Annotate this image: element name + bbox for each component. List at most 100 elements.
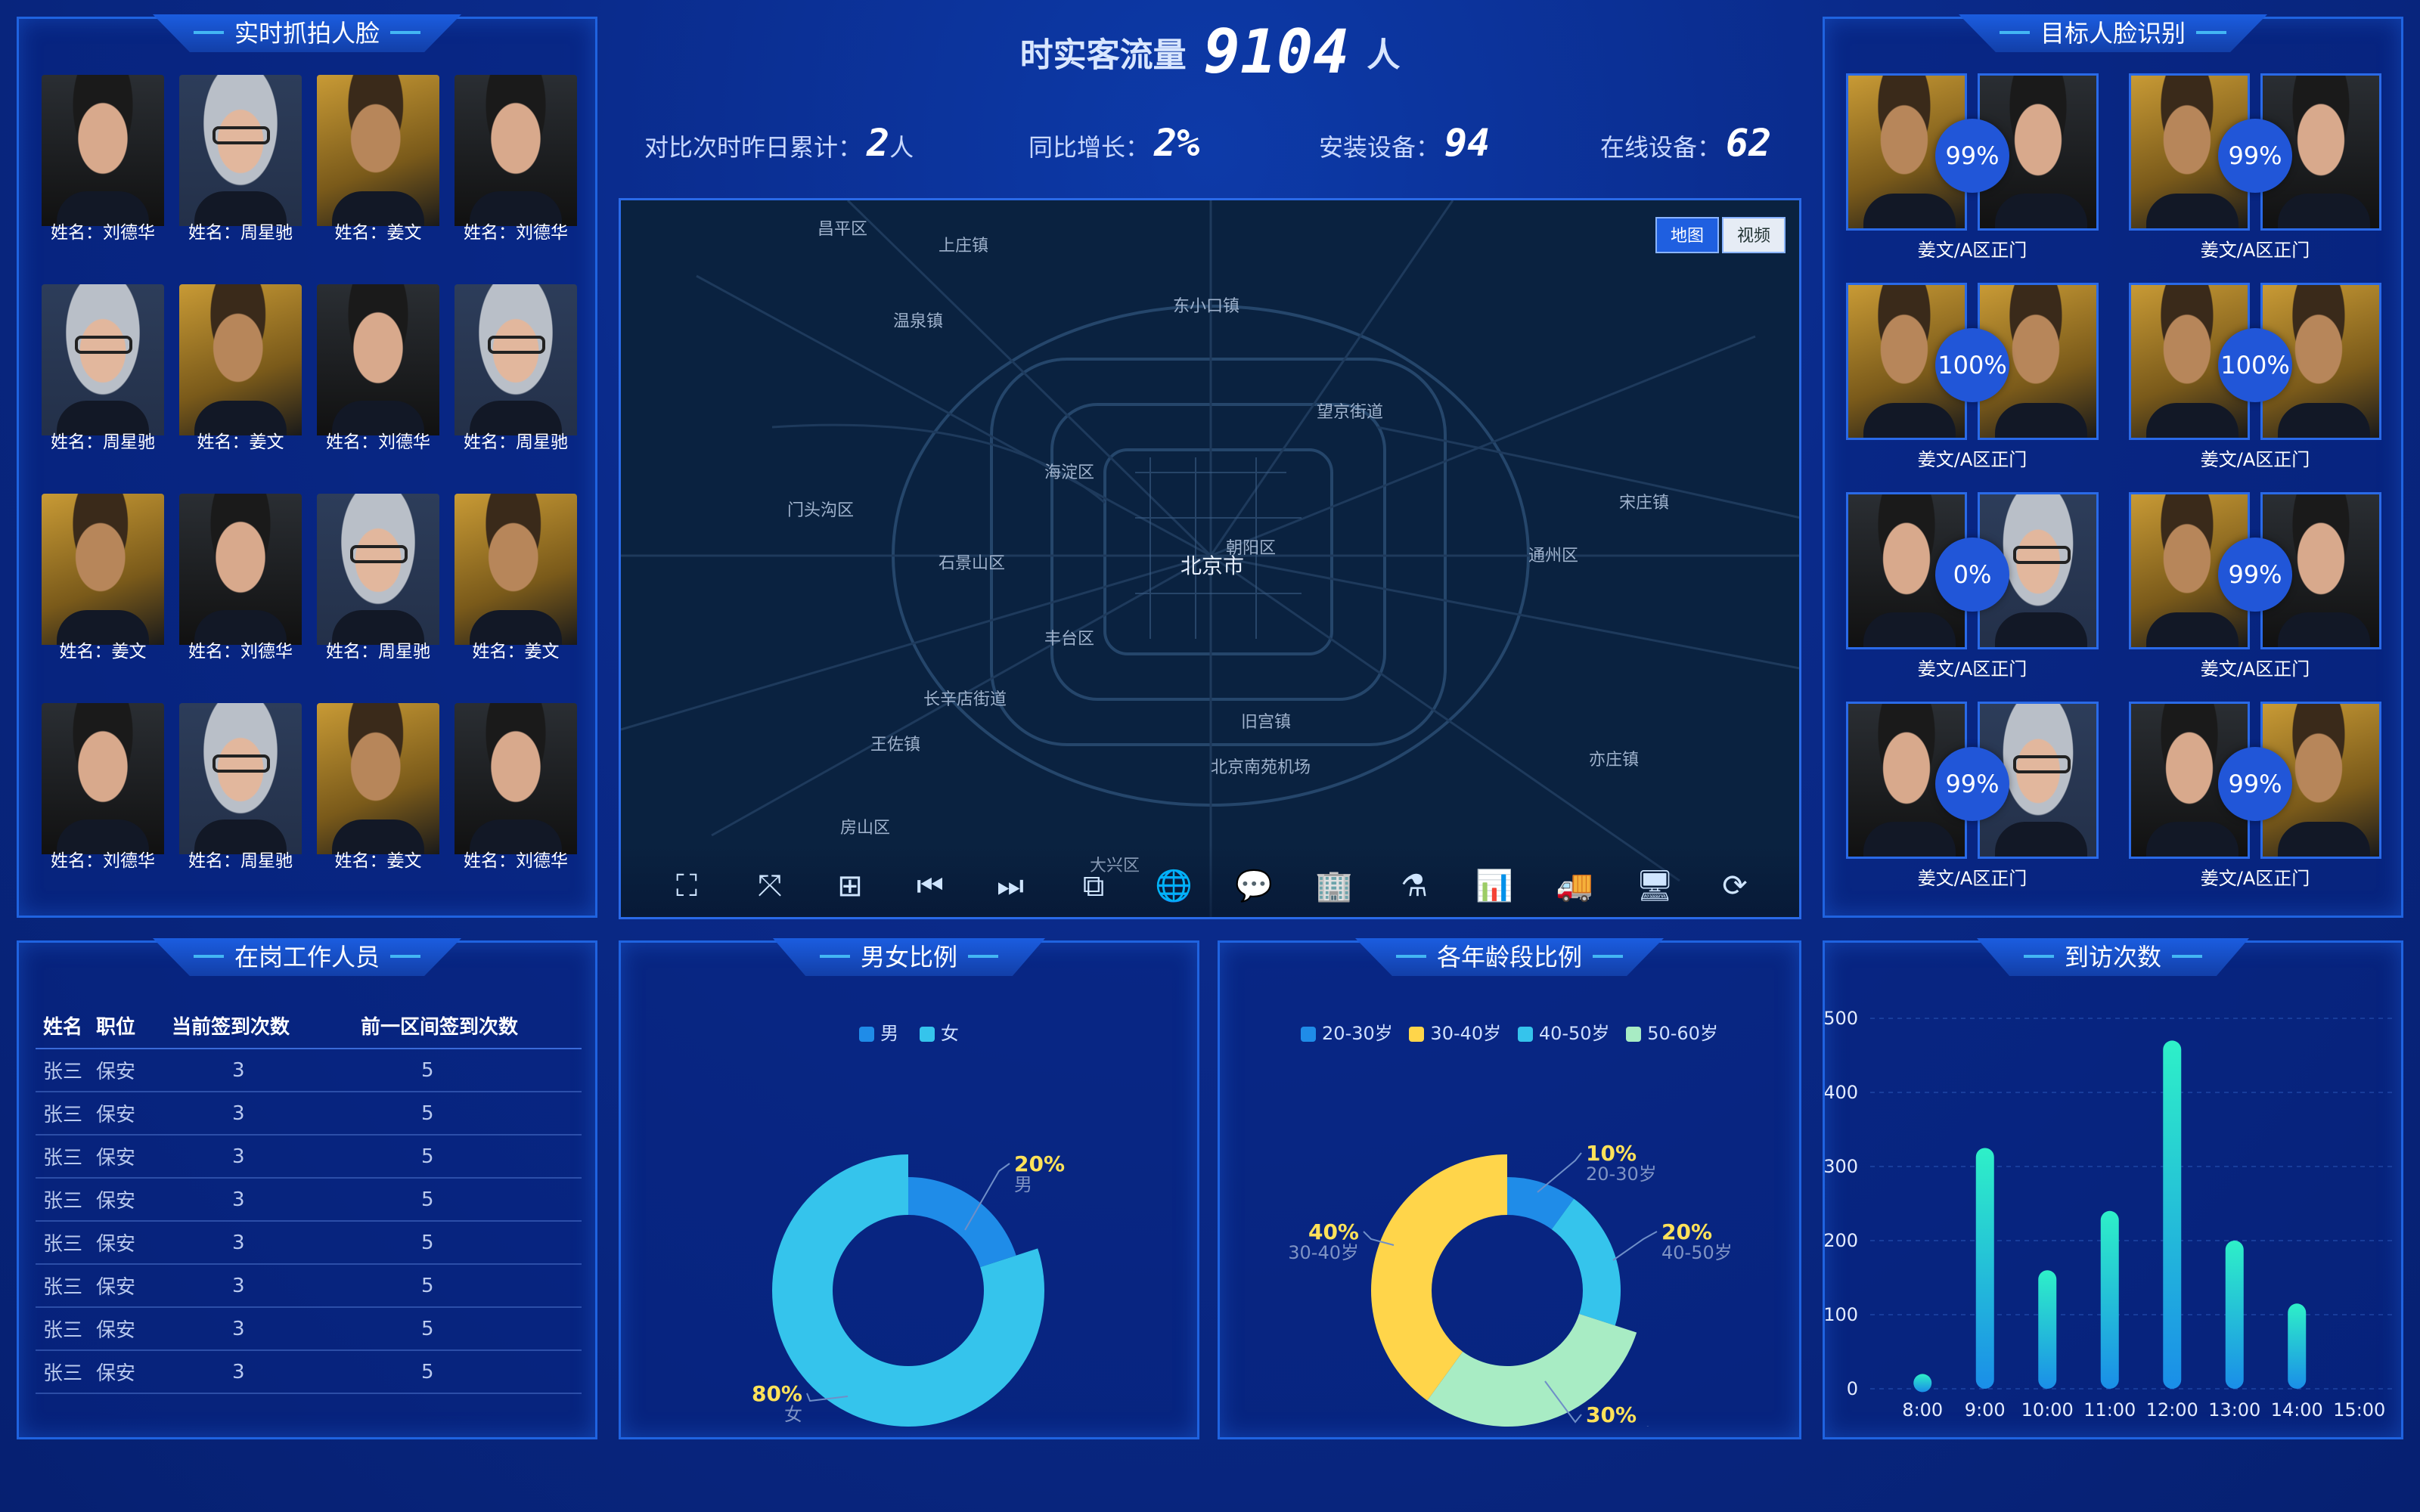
page-title: 时实客流量	[1019, 36, 1187, 75]
chat-icon[interactable]: 💬	[1233, 866, 1274, 906]
globe-icon[interactable]: 🌐	[1153, 866, 1194, 906]
face-photo	[42, 284, 164, 435]
match-location: 姜文/A区正门	[1917, 240, 2028, 261]
monitor-icon[interactable]: 🖥	[1634, 866, 1675, 906]
table-row[interactable]: 张三 保安 3 5	[36, 1049, 582, 1092]
table-row[interactable]: 张三 保安 3 5	[36, 1221, 582, 1264]
y-tick-label: 0	[1847, 1378, 1858, 1399]
video-mode-button[interactable]: 视频	[1721, 217, 1786, 253]
table-row[interactable]: 张三 保安 3 5	[36, 1264, 582, 1307]
target-match[interactable]: 0% 姜文/A区正门	[1846, 492, 2099, 681]
forward-icon[interactable]: ⏭	[990, 866, 1031, 906]
target-match[interactable]: 100% 姜文/A区正门	[1846, 283, 2099, 472]
y-tick-label: 300	[1825, 1156, 1858, 1177]
map-place-label: 北京南苑机场	[1211, 758, 1311, 777]
x-tick-label: 14:00	[2271, 1399, 2323, 1421]
grid-icon[interactable]: ⊞	[830, 866, 870, 906]
expand-icon[interactable]: ⤧	[749, 866, 790, 906]
panel-title: 到访次数	[1977, 938, 2249, 976]
face-name: 姓名：周星驰	[464, 432, 568, 452]
slice-percent: 20%	[1014, 1151, 1065, 1176]
target-match[interactable]: 99% 姜文/A区正门	[2129, 492, 2381, 681]
map-place-label: 宋庄镇	[1619, 494, 1670, 513]
bar	[2288, 1303, 2307, 1389]
slice-percent: 10%	[1586, 1141, 1637, 1166]
rewind-icon[interactable]: ⏮	[910, 866, 951, 906]
captured-face[interactable]: 姓名：周星驰	[317, 494, 439, 662]
captured-face[interactable]: 姓名：刘德华	[42, 75, 164, 243]
target-match[interactable]: 99% 姜文/A区正门	[2129, 73, 2381, 262]
captured-face[interactable]: 姓名：周星驰	[42, 284, 164, 452]
layers-icon[interactable]: ⧉	[1073, 866, 1114, 906]
captured-face[interactable]: 姓名：姜文	[179, 284, 302, 452]
bar	[2163, 1040, 2182, 1389]
map-view[interactable]: 昌平区北京市海淀区朝阳区丰台区石景山区门头沟区通州区大兴区房山区北京南苑机场上庄…	[619, 198, 1801, 919]
refresh-icon[interactable]: ⟳	[1714, 866, 1755, 906]
captured-face[interactable]: 姓名：姜文	[42, 494, 164, 662]
visits-panel: 到访次数 0 100 200 300 400 500 8:00 9:00 10:00 11:00 1…	[1823, 938, 2403, 1439]
captured-face[interactable]: 姓名：周星驰	[179, 75, 302, 243]
match-score-badge: 99%	[2218, 538, 2292, 612]
table-row[interactable]: 张三 保安 3 5	[36, 1092, 582, 1135]
captured-face[interactable]: 姓名：周星驰	[179, 703, 302, 871]
building-icon[interactable]: 🏢	[1314, 866, 1354, 906]
x-tick-label: 8:00	[1902, 1399, 1943, 1421]
match-location: 姜文/A区正门	[1917, 658, 2028, 680]
panel-title: 各年龄段比例	[1354, 938, 1665, 976]
match-location: 姜文/A区正门	[2200, 658, 2310, 680]
match-location: 姜文/A区正门	[2200, 240, 2310, 261]
x-tick-label: 12:00	[2146, 1399, 2198, 1421]
face-photo	[42, 494, 164, 645]
captured-face[interactable]: 姓名：刘德华	[42, 703, 164, 871]
face-name: 姓名：刘德华	[464, 851, 568, 871]
captured-face[interactable]: 姓名：刘德华	[455, 75, 577, 243]
panel-title: 目标人脸识别	[1958, 14, 2268, 52]
y-tick-label: 500	[1825, 1008, 1858, 1029]
table-row[interactable]: 张三 保安 3 5	[36, 1178, 582, 1221]
vehicle-icon[interactable]: 🚚	[1554, 866, 1595, 906]
visitor-count: 9104	[1203, 17, 1350, 87]
face-photo	[317, 703, 439, 854]
chart-icon[interactable]: 📊	[1474, 866, 1515, 906]
map-place-label: 亦庄镇	[1589, 751, 1640, 770]
target-match[interactable]: 99% 姜文/A区正门	[1846, 73, 2099, 262]
flask-icon[interactable]: ⚗	[1394, 866, 1435, 906]
donut-slice	[908, 1177, 1016, 1268]
captured-face[interactable]: 姓名：姜文	[317, 75, 439, 243]
match-location: 姜文/A区正门	[2200, 449, 2310, 470]
stat-yesterday: 对比次时昨日累计： 2人	[644, 121, 914, 165]
captured-face[interactable]: 姓名：周星驰	[455, 284, 577, 452]
map-place-label: 旧宫镇	[1241, 713, 1292, 732]
face-name: 姓名：周星驰	[188, 223, 293, 243]
target-match[interactable]: 99% 姜文/A区正门	[2129, 702, 2381, 891]
map-place-label: 东小口镇	[1173, 297, 1240, 316]
match-location: 姜文/A区正门	[1917, 449, 2028, 470]
fullscreen-icon[interactable]: ⛶	[666, 866, 707, 906]
face-photo	[179, 703, 302, 854]
target-match[interactable]: 100% 姜文/A区正门	[2129, 283, 2381, 472]
face-name: 姓名：周星驰	[188, 851, 293, 871]
table-cell: 5	[421, 1274, 434, 1297]
target-match[interactable]: 99% 姜文/A区正门	[1846, 702, 2099, 891]
captured-face[interactable]: 姓名：姜文	[317, 703, 439, 871]
table-cell: 5	[421, 1231, 434, 1254]
table-row[interactable]: 张三 保安 3 5	[36, 1135, 582, 1178]
map-mode-button[interactable]: 地图	[1655, 217, 1719, 253]
col-current: 当前签到次数	[172, 1016, 290, 1039]
table-cell: 3	[232, 1188, 245, 1211]
gender-donut: 20%男 80%女	[752, 1151, 1065, 1427]
col-role: 职位	[96, 1016, 136, 1039]
captured-face[interactable]: 姓名：刘德华	[317, 284, 439, 452]
slice-percent: 40%	[1308, 1219, 1359, 1244]
captured-face[interactable]: 姓名：姜文	[455, 494, 577, 662]
map-place-label: 昌平区	[818, 220, 868, 239]
captured-face[interactable]: 姓名：刘德华	[455, 703, 577, 871]
table-cell: 保安	[96, 1147, 136, 1170]
staff-table: 姓名 职位 当前签到次数 前一区间签到次数 张三 保安 3 5 张三 保安 3 5 张三 保安 3 5…	[36, 1003, 582, 1394]
captured-face[interactable]: 姓名：刘德华	[179, 494, 302, 662]
table-row[interactable]: 张三 保安 3 5	[36, 1350, 582, 1393]
match-score-badge: 0%	[1935, 538, 2009, 612]
map-place-label: 房山区	[840, 819, 891, 838]
table-row[interactable]: 张三 保安 3 5	[36, 1307, 582, 1350]
face-name: 姓名：周星驰	[51, 432, 155, 452]
